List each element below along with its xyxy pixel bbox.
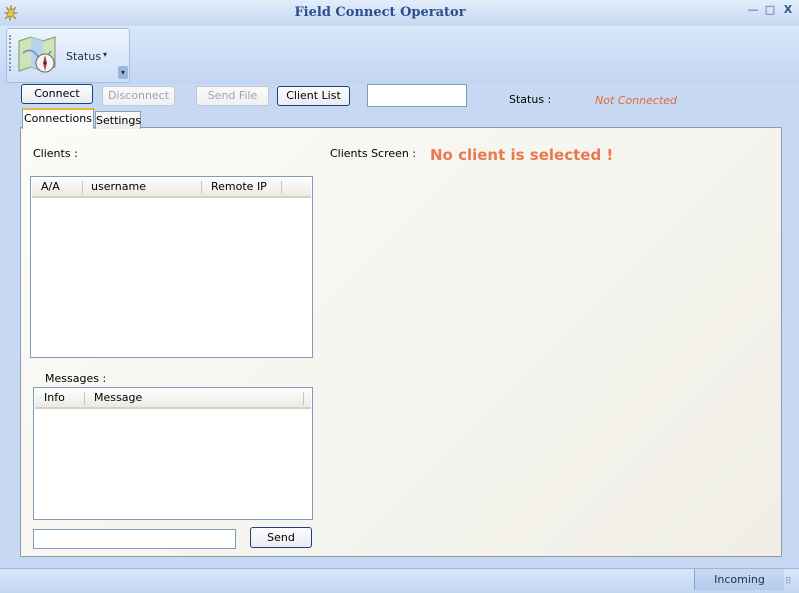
column-header-message[interactable]: Message (94, 391, 142, 404)
chevron-down-icon: ▾ (103, 50, 108, 59)
column-divider[interactable] (281, 181, 282, 194)
send-file-button[interactable]: Send File (196, 86, 269, 106)
messages-list-header: Info Message (35, 389, 311, 409)
close-button[interactable]: X (781, 3, 795, 17)
clients-screen-label: Clients Screen : (330, 147, 417, 160)
status-button-label: Status (66, 50, 102, 63)
map-icon (15, 33, 59, 77)
column-divider[interactable] (82, 181, 83, 194)
column-divider[interactable] (84, 392, 85, 405)
window-title: Field Connect Operator (294, 5, 466, 20)
maximize-button[interactable]: □ (763, 3, 777, 17)
minimize-button[interactable]: — (746, 3, 760, 17)
send-button[interactable]: Send (250, 527, 312, 548)
messages-list[interactable]: Info Message (33, 387, 313, 520)
column-header-aa[interactable]: A/A (41, 180, 60, 193)
column-header-remote-ip[interactable]: Remote IP (211, 180, 267, 193)
resize-grip-icon[interactable]: ⠿ (785, 576, 797, 588)
status-bar (0, 568, 799, 593)
column-header-info[interactable]: Info (44, 391, 65, 404)
tab-connections[interactable]: Connections (22, 108, 94, 129)
column-divider[interactable] (303, 392, 304, 405)
client-list-button[interactable]: Client List (277, 86, 350, 106)
ribbon-grip[interactable] (9, 35, 13, 71)
clients-list[interactable]: A/A username Remote IP (30, 176, 313, 358)
status-label: Status : (509, 93, 552, 106)
clients-label: Clients : (33, 147, 78, 160)
no-client-message: No client is selected ! (430, 146, 614, 164)
clients-list-header: A/A username Remote IP (32, 178, 311, 198)
connect-button[interactable]: Connect (21, 84, 93, 104)
disconnect-button[interactable]: Disconnect (102, 86, 175, 106)
column-header-username[interactable]: username (91, 180, 146, 193)
messages-label: Messages : (45, 372, 107, 385)
tab-settings[interactable]: Settings (95, 111, 141, 129)
toolbar-text-input[interactable] (367, 84, 467, 107)
connection-status-value: Not Connected (595, 94, 678, 107)
column-divider[interactable] (201, 181, 202, 194)
ribbon-overflow-button[interactable]: ▾ (118, 66, 128, 79)
message-input[interactable] (33, 529, 236, 549)
incoming-status-panel: Incoming (694, 569, 784, 590)
